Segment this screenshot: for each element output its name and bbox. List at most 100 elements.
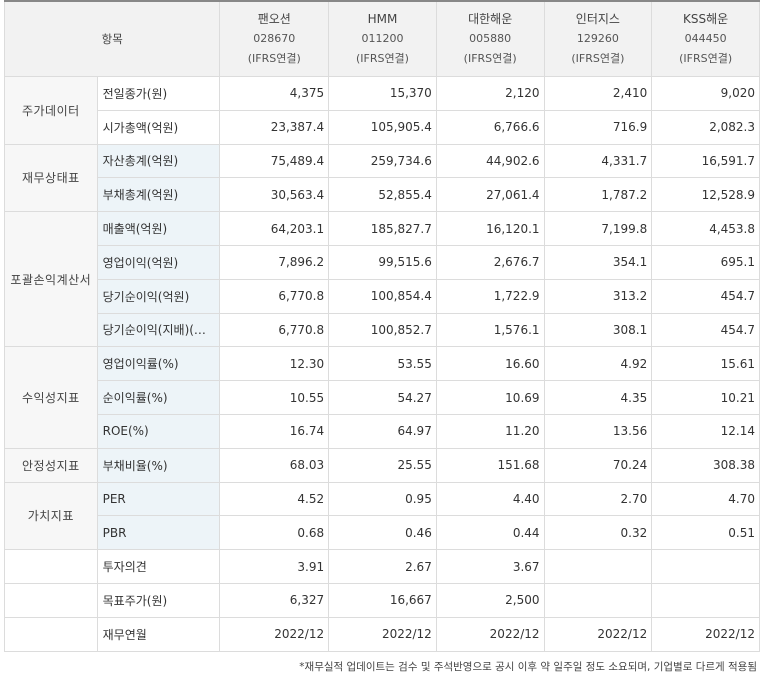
- row-label-link[interactable]: 순이익률(%): [96, 380, 221, 415]
- item-header: 항목: [3, 0, 221, 77]
- value-cell: 16.74: [219, 413, 330, 449]
- company-code: 011200: [361, 32, 404, 45]
- value-cell: 15,370: [328, 76, 437, 111]
- value-cell: 15.61: [651, 346, 760, 382]
- table-row: ROE(%) 16.74 64.97 11.20 13.56 12.14: [5, 413, 760, 449]
- value-cell: 2,676.7: [435, 244, 545, 280]
- row-label-link[interactable]: 부채비율(%): [96, 447, 221, 483]
- value-cell: 27,061.4: [435, 177, 545, 213]
- value-cell: 99,515.6: [328, 244, 437, 280]
- value-cell: 2022/12: [543, 616, 653, 652]
- value-cell: 12,528.9: [651, 177, 760, 213]
- accounting-standard: (IFRS연결): [463, 52, 517, 65]
- value-cell: 1,722.9: [435, 278, 545, 314]
- category-stability: 안정성지표: [4, 447, 98, 483]
- value-cell: 16,591.7: [651, 143, 760, 179]
- value-cell: 0.95: [328, 481, 437, 517]
- value-cell: 16,120.1: [435, 211, 545, 246]
- company-header[interactable]: KSS해운 044450 (IFRS연결): [651, 0, 760, 77]
- category-stock-data: 주가데이터: [4, 76, 98, 145]
- value-cell: 3.91: [219, 549, 330, 584]
- value-cell: 4,453.8: [651, 211, 760, 246]
- value-cell: 12.30: [219, 346, 330, 382]
- peer-comparison-container: 항목 팬오션 028670 (IFRS연결) HMM 011200 (IFRS연…: [3, 0, 760, 652]
- row-label-link[interactable]: 매출액(억원): [96, 211, 221, 246]
- value-cell: 4.35: [543, 380, 653, 415]
- company-header[interactable]: 팬오션 028670 (IFRS연결): [219, 0, 330, 77]
- footnote: *재무실적 업데이트는 검수 및 주석반영으로 공시 이후 약 일주일 정도 소…: [299, 661, 757, 673]
- value-cell: [543, 582, 653, 618]
- table-row: 목표주가(원) 6,327 16,667 2,500: [4, 582, 760, 618]
- value-cell: 16.60: [435, 346, 545, 382]
- value-cell: 105,905.4: [328, 109, 437, 145]
- category-balance-sheet: 재무상태표: [4, 143, 98, 213]
- table-row: 투자의견 3.91 2.67 3.67: [4, 549, 760, 584]
- row-label-link[interactable]: 영업이익률(%): [96, 346, 221, 382]
- value-cell: 2022/12: [219, 616, 330, 652]
- value-cell: 3.67: [435, 549, 545, 584]
- company-header[interactable]: HMM 011200 (IFRS연결): [328, 0, 437, 77]
- value-cell: 10.55: [219, 380, 330, 415]
- value-cell: 716.9: [543, 109, 653, 145]
- value-cell: 4.40: [435, 481, 545, 517]
- value-cell: 0.46: [328, 515, 437, 551]
- value-cell: 2,500: [435, 582, 545, 618]
- value-cell: 10.21: [651, 380, 760, 415]
- category-valuation: 가치지표: [4, 481, 98, 551]
- row-label-link[interactable]: ROE(%): [96, 413, 221, 449]
- row-label-link[interactable]: 부채총계(억원): [96, 177, 221, 213]
- company-name[interactable]: HMM: [329, 9, 436, 29]
- category-empty: [4, 616, 98, 652]
- company-code: 044450: [684, 32, 727, 45]
- row-label: 재무연월: [96, 616, 221, 652]
- value-cell: 151.68: [435, 447, 545, 483]
- row-label: 목표주가(원): [96, 582, 221, 618]
- row-label-link[interactable]: 자산총계(억원): [96, 143, 221, 179]
- value-cell: 185,827.7: [328, 211, 437, 246]
- company-name[interactable]: 대한해운: [437, 9, 544, 29]
- value-cell: 16,667: [328, 582, 437, 618]
- row-label-link[interactable]: 영업이익(억원): [96, 244, 221, 280]
- value-cell: 0.68: [219, 515, 330, 551]
- category-profitability: 수익성지표: [4, 346, 98, 449]
- table-row: 당기순이익(지배)(… 6,770.8 100,852.7 1,576.1 30…: [5, 312, 760, 348]
- value-cell: 2022/12: [435, 616, 545, 652]
- value-cell: 0.44: [435, 515, 545, 551]
- value-cell: 2022/12: [328, 616, 437, 652]
- row-label-link[interactable]: PBR: [96, 515, 221, 551]
- value-cell: 4.52: [219, 481, 330, 517]
- company-code: 028670: [253, 32, 296, 45]
- row-label-link[interactable]: PER: [96, 481, 221, 517]
- company-code: 129260: [576, 32, 619, 45]
- table-row: 수익성지표 영업이익률(%) 12.30 53.55 16.60 4.92 15…: [4, 346, 760, 449]
- value-cell: [651, 549, 760, 584]
- value-cell: 54.27: [328, 380, 437, 415]
- company-name[interactable]: KSS해운: [652, 9, 759, 29]
- value-cell: 1,787.2: [543, 177, 653, 213]
- value-cell: 4.70: [651, 481, 760, 517]
- value-cell: 6,766.6: [435, 109, 545, 145]
- value-cell: 2,120: [435, 76, 545, 111]
- value-cell: 64.97: [328, 413, 437, 449]
- row-label-link[interactable]: 당기순이익(지배)(…: [96, 312, 221, 348]
- value-cell: 100,854.4: [328, 278, 437, 314]
- table-row: 재무상태표 자산총계(억원) 75,489.4 259,734.6 44,902…: [4, 143, 760, 213]
- value-cell: 2,410: [543, 76, 653, 111]
- row-label-link[interactable]: 당기순이익(억원): [96, 278, 221, 314]
- table-row: 주가데이터 전일종가(원) 4,375 15,370 2,120 2,410 9…: [4, 76, 760, 145]
- value-cell: 7,896.2: [219, 244, 330, 280]
- value-cell: 30,563.4: [219, 177, 330, 213]
- value-cell: 64,203.1: [219, 211, 330, 246]
- value-cell: 2.67: [328, 549, 437, 584]
- category-empty: [4, 582, 98, 618]
- value-cell: 6,770.8: [219, 278, 330, 314]
- value-cell: 454.7: [651, 278, 760, 314]
- company-header[interactable]: 인터지스 129260 (IFRS연결): [543, 0, 653, 77]
- table-row: 가치지표 PER 4.52 0.95 4.40 2.70 4.70: [4, 481, 760, 551]
- value-cell: 23,387.4: [219, 109, 330, 145]
- value-cell: 2.70: [543, 481, 653, 517]
- company-name[interactable]: 인터지스: [545, 9, 652, 29]
- accounting-standard: (IFRS연결): [355, 52, 409, 65]
- company-name[interactable]: 팬오션: [220, 9, 328, 29]
- company-header[interactable]: 대한해운 005880 (IFRS연결): [435, 0, 545, 77]
